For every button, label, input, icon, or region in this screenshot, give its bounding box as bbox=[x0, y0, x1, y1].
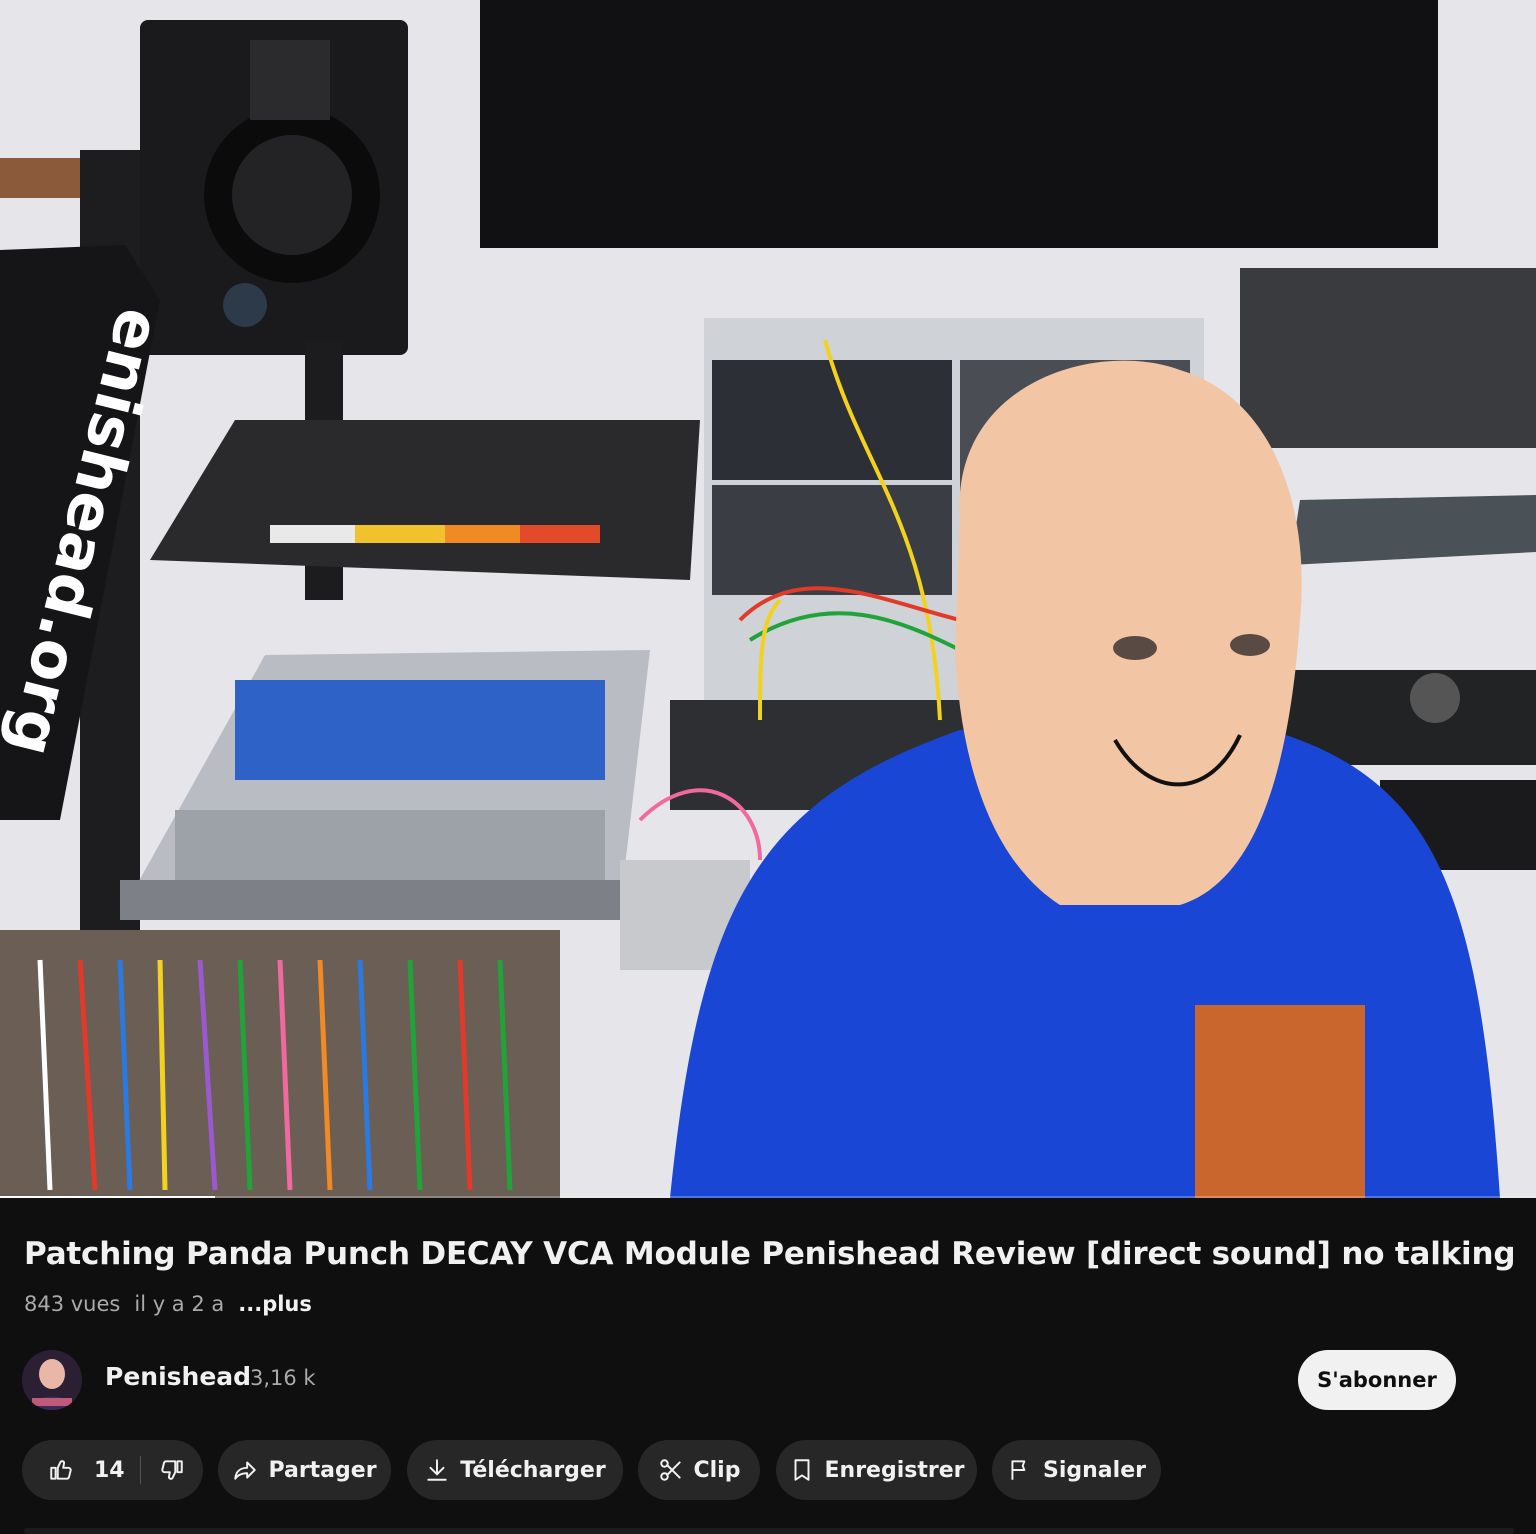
more-link[interactable]: ...plus bbox=[238, 1292, 312, 1316]
save-label: Enregistrer bbox=[824, 1457, 965, 1483]
thumb-down-icon bbox=[159, 1457, 185, 1483]
download-label: Télécharger bbox=[460, 1457, 606, 1483]
download-icon bbox=[424, 1457, 450, 1483]
video-frame: enishead.org bbox=[0, 0, 1536, 1198]
video-title: Patching Panda Punch DECAY VCA Module Pe… bbox=[24, 1236, 1514, 1272]
drum-machine bbox=[150, 420, 700, 580]
television bbox=[480, 0, 1438, 248]
channel-avatar[interactable] bbox=[22, 1350, 82, 1410]
share-arrow-icon bbox=[232, 1457, 258, 1483]
share-label: Partager bbox=[268, 1457, 377, 1483]
flag-icon bbox=[1007, 1457, 1033, 1483]
report-label: Signaler bbox=[1043, 1457, 1146, 1483]
share-button[interactable]: Partager bbox=[218, 1440, 391, 1500]
like-count: 14 bbox=[94, 1457, 125, 1483]
video-player[interactable]: enishead.org bbox=[0, 0, 1536, 1198]
progress-fill bbox=[0, 1196, 216, 1198]
progress-bar[interactable] bbox=[0, 1196, 1536, 1198]
video-meta[interactable]: 843 vues il y a 2 a ...plus bbox=[24, 1292, 312, 1316]
download-button[interactable]: Télécharger bbox=[407, 1440, 623, 1500]
clip-label: Clip bbox=[693, 1457, 741, 1483]
view-count: 843 vues bbox=[24, 1292, 121, 1316]
subscribe-button[interactable]: S'abonner bbox=[1298, 1350, 1456, 1410]
dislike-button[interactable] bbox=[141, 1440, 203, 1500]
report-button[interactable]: Signaler bbox=[992, 1440, 1161, 1500]
upload-age: il y a 2 a bbox=[134, 1292, 225, 1316]
action-bar: 14 Partager Télécharger Clip Enregistrer… bbox=[22, 1440, 1522, 1500]
scissors-icon bbox=[658, 1457, 684, 1483]
mask-head bbox=[955, 360, 1302, 906]
bookmark-icon bbox=[789, 1457, 815, 1483]
channel-name[interactable]: Penishead bbox=[105, 1362, 251, 1391]
thumb-up-icon bbox=[48, 1457, 74, 1483]
content-divider bbox=[24, 1528, 1514, 1534]
subscriber-count: 3,16 k bbox=[250, 1366, 316, 1390]
like-button[interactable]: 14 bbox=[22, 1440, 140, 1500]
save-button[interactable]: Enregistrer bbox=[776, 1440, 977, 1500]
like-dislike-group: 14 bbox=[22, 1440, 203, 1500]
channel-row: Penishead 3,16 k S'abonner bbox=[22, 1350, 1462, 1410]
clip-button[interactable]: Clip bbox=[638, 1440, 760, 1500]
